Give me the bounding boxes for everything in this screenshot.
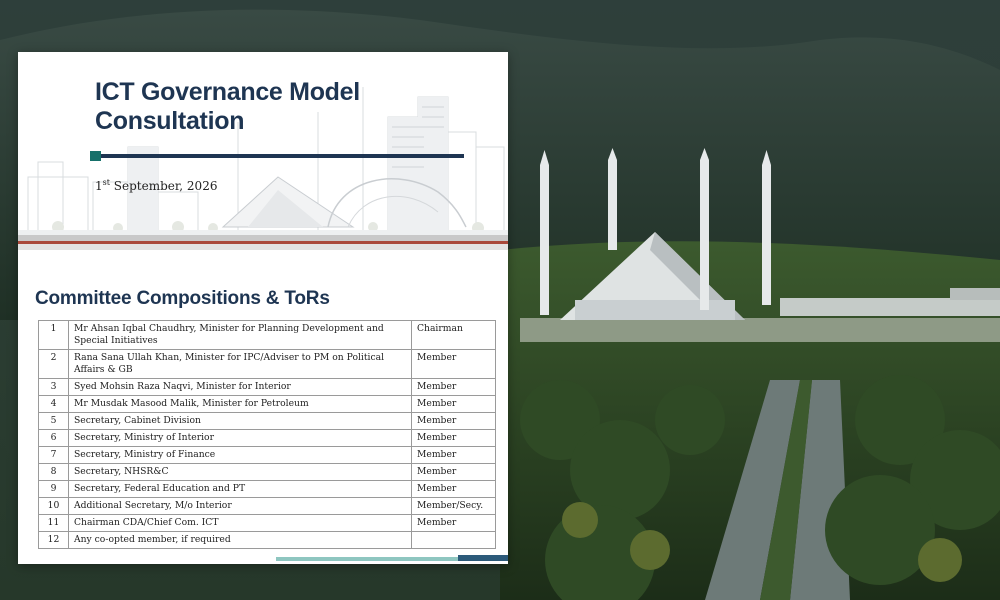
document-header: ICT Governance Model Consultation 1st Se…	[18, 52, 508, 252]
member-name: Secretary, Ministry of Finance	[68, 446, 412, 464]
table-row: 9 Secretary, Federal Education and PT Me…	[38, 480, 496, 498]
member-role: Member	[411, 412, 496, 430]
row-number: 3	[38, 378, 69, 396]
member-role: Member	[411, 463, 496, 481]
table-row: 2 Rana Sana Ullah Khan, Minister for IPC…	[38, 349, 496, 379]
member-name: Rana Sana Ullah Khan, Minister for IPC/A…	[68, 349, 412, 379]
member-role	[411, 531, 496, 549]
table-row: 10 Additional Secretary, M/o Interior Me…	[38, 497, 496, 515]
table-row: 12 Any co-opted member, if required	[38, 531, 496, 549]
row-number: 1	[38, 320, 69, 350]
table-row: 11 Chairman CDA/Chief Com. ICT Member	[38, 514, 496, 532]
table-row: 1 Mr Ahsan Iqbal Chaudhry, Minister for …	[38, 320, 496, 350]
member-role: Chairman	[411, 320, 496, 350]
member-name: Chairman CDA/Chief Com. ICT	[68, 514, 412, 532]
member-role: Member/Secy.	[411, 497, 496, 515]
section-title: Committee Compositions & ToRs	[35, 288, 330, 309]
row-number: 2	[38, 349, 69, 379]
member-name: Secretary, Federal Education and PT	[68, 480, 412, 498]
document-page: ICT Governance Model Consultation 1st Se…	[18, 52, 508, 564]
member-name: Any co-opted member, if required	[68, 531, 412, 549]
member-role: Member	[411, 480, 496, 498]
row-number: 8	[38, 463, 69, 481]
row-number: 12	[38, 531, 69, 549]
header-band-light	[18, 244, 508, 250]
title-underline	[90, 154, 464, 158]
document-title: ICT Governance Model Consultation	[95, 78, 360, 135]
title-accent-square	[90, 151, 101, 161]
member-name: Secretary, NHSR&C	[68, 463, 412, 481]
member-name: Additional Secretary, M/o Interior	[68, 497, 412, 515]
member-role: Member	[411, 349, 496, 379]
table-row: 5 Secretary, Cabinet Division Member	[38, 412, 496, 430]
member-name: Mr Ahsan Iqbal Chaudhry, Minister for Pl…	[68, 320, 412, 350]
row-number: 5	[38, 412, 69, 430]
row-number: 4	[38, 395, 69, 413]
member-name: Secretary, Ministry of Interior	[68, 429, 412, 447]
member-role: Member	[411, 395, 496, 413]
member-role: Member	[411, 378, 496, 396]
member-role: Member	[411, 514, 496, 532]
row-number: 6	[38, 429, 69, 447]
committee-table: 1 Mr Ahsan Iqbal Chaudhry, Minister for …	[38, 320, 496, 549]
row-number: 7	[38, 446, 69, 464]
row-number: 9	[38, 480, 69, 498]
table-row: 7 Secretary, Ministry of Finance Member	[38, 446, 496, 464]
member-name: Secretary, Cabinet Division	[68, 412, 412, 430]
row-number: 10	[38, 497, 69, 515]
member-name: Syed Mohsin Raza Naqvi, Minister for Int…	[68, 378, 412, 396]
row-number: 11	[38, 514, 69, 532]
document-date: 1st September, 2026	[95, 178, 218, 193]
member-name: Mr Musdak Masood Malik, Minister for Pet…	[68, 395, 412, 413]
table-row: 3 Syed Mohsin Raza Naqvi, Minister for I…	[38, 378, 496, 396]
table-row: 8 Secretary, NHSR&C Member	[38, 463, 496, 481]
member-role: Member	[411, 446, 496, 464]
member-role: Member	[411, 429, 496, 447]
footer-bar-navy	[458, 555, 508, 561]
table-row: 6 Secretary, Ministry of Interior Member	[38, 429, 496, 447]
table-row: 4 Mr Musdak Masood Malik, Minister for P…	[38, 395, 496, 413]
